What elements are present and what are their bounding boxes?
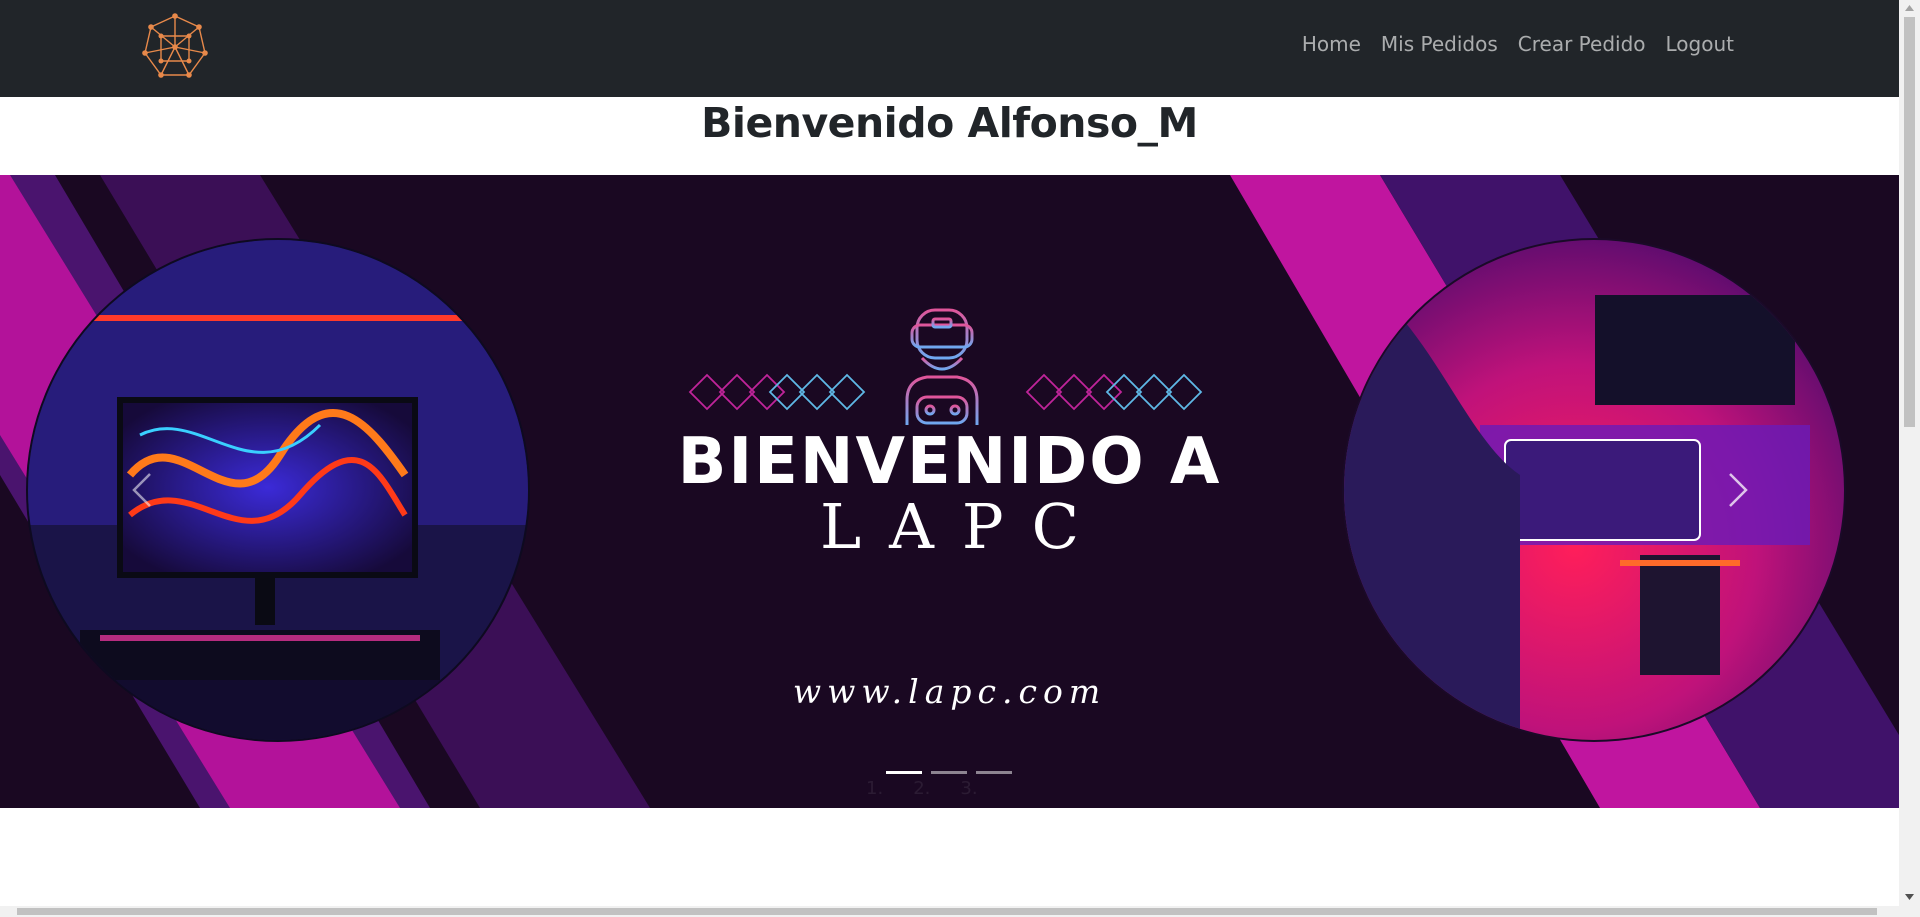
carousel-indicator-3[interactable] [976, 771, 1012, 774]
chevron-right-icon [1729, 473, 1748, 507]
indicator-label: 2. [913, 778, 931, 799]
scroll-down-arrow-icon[interactable] [1904, 893, 1915, 901]
page-title: Bienvenido Alfonso_M [701, 99, 1198, 147]
nav-menu: Home Mis Pedidos Crear Pedido Logout [1292, 32, 1744, 56]
carousel-indicator-labels: 1. 2. 3. [866, 778, 978, 799]
carousel-indicators [886, 771, 1012, 774]
network-logo-icon[interactable] [139, 11, 211, 83]
banner-url: www.lapc.com [792, 672, 1107, 711]
carousel-next-button[interactable] [1708, 460, 1768, 520]
indicator-label: 1. [866, 778, 884, 799]
scroll-up-arrow-icon[interactable] [1904, 4, 1915, 12]
banner-brand: LAPC [819, 490, 1108, 563]
indicator-label: 3. [960, 778, 978, 799]
carousel-indicator-2[interactable] [931, 771, 967, 774]
banner-headline: BIENVENIDO A [677, 425, 1222, 499]
nav-mis-pedidos-link[interactable]: Mis Pedidos [1371, 32, 1508, 56]
chevron-left-icon [132, 473, 151, 507]
nav-crear-pedido-link[interactable]: Crear Pedido [1508, 32, 1656, 56]
carousel-prev-button[interactable] [112, 460, 172, 520]
horizontal-scrollbar-thumb[interactable] [17, 908, 1877, 915]
nav-home-link[interactable]: Home [1292, 32, 1371, 56]
navbar: Home Mis Pedidos Crear Pedido Logout [0, 0, 1899, 97]
vertical-scrollbar-thumb[interactable] [1904, 17, 1915, 427]
carousel-indicator-1[interactable] [886, 771, 922, 774]
carousel: BIENVENIDO A LAPC www.lapc.com 1. 2. 3. [0, 175, 1899, 808]
nav-logout-link[interactable]: Logout [1656, 32, 1744, 56]
